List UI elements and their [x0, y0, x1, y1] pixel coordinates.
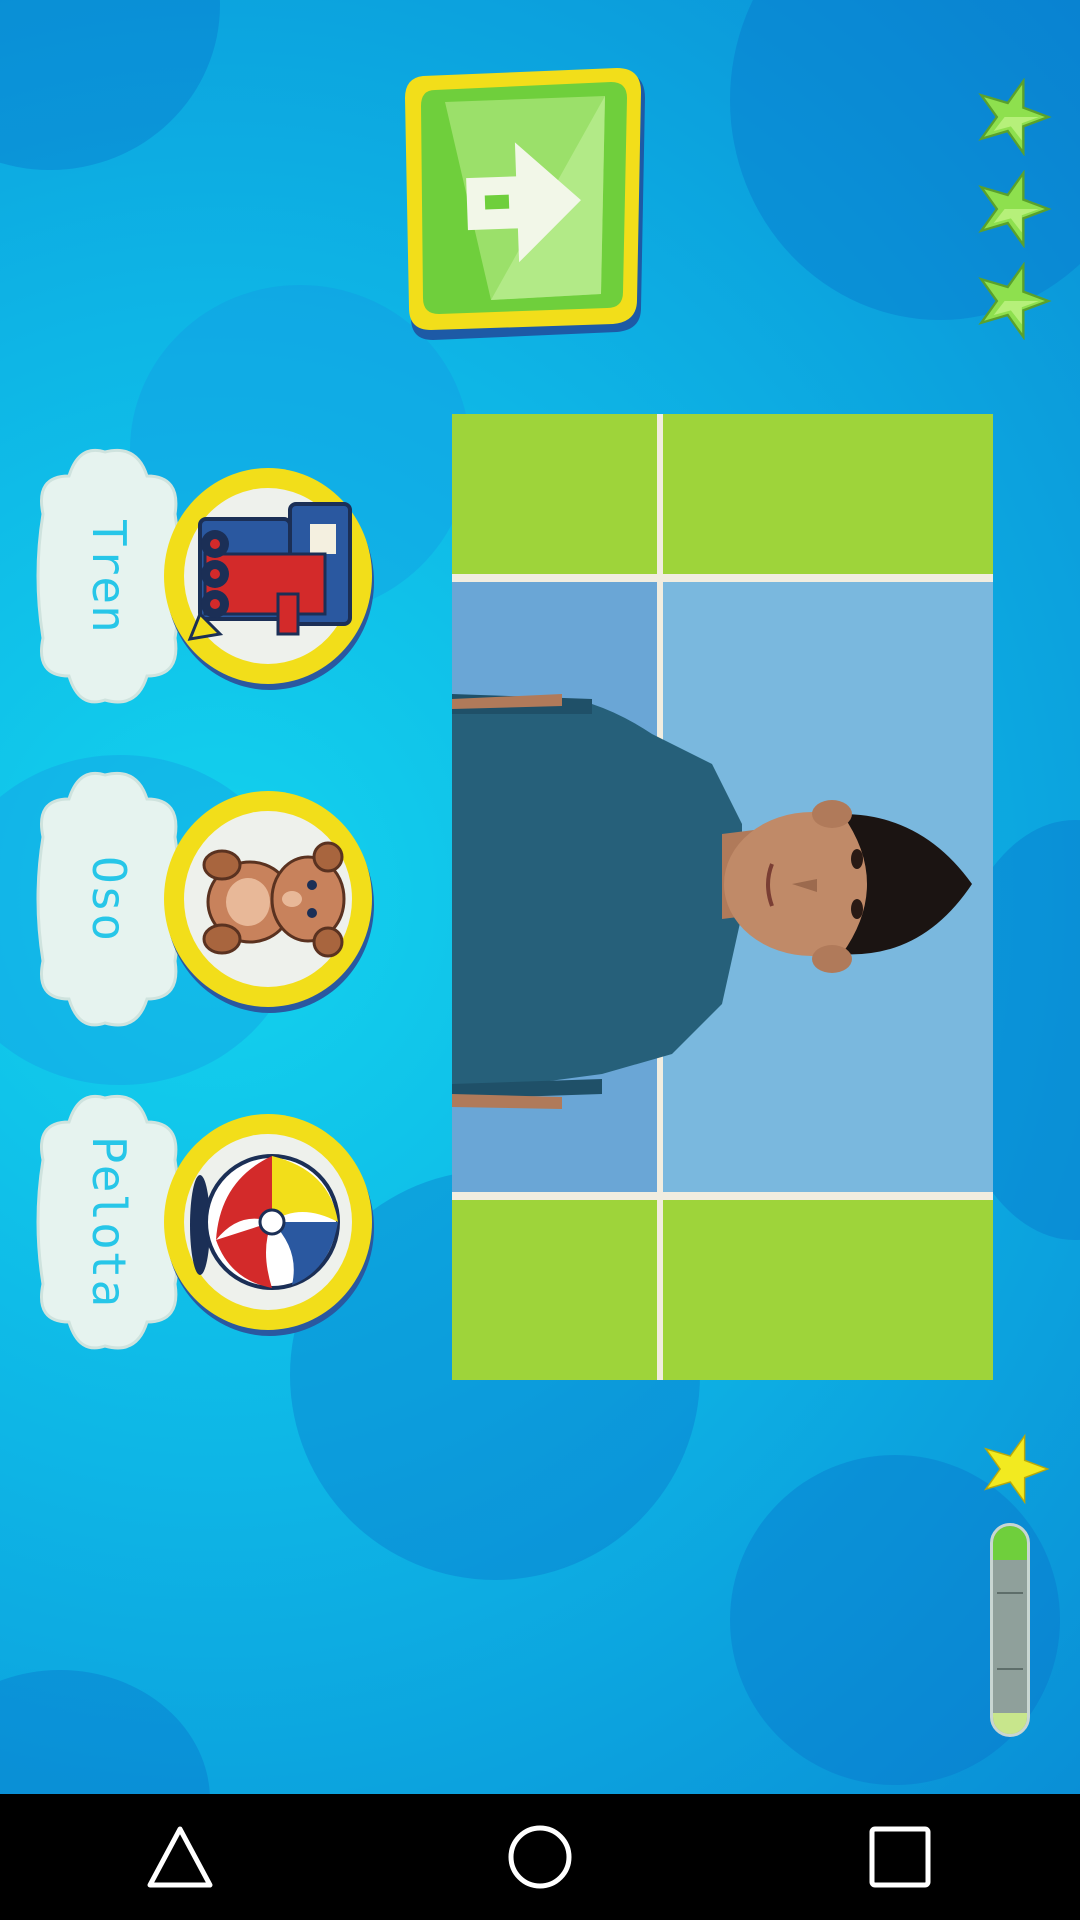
sign-video-player[interactable]	[452, 414, 993, 1380]
progress-meter-tick	[997, 1592, 1023, 1594]
option-label: Oso	[82, 856, 136, 943]
nav-back-button[interactable]	[120, 1797, 240, 1917]
progress-meter	[990, 1523, 1030, 1737]
beach-ball-icon	[160, 1110, 375, 1338]
progress-meter-tick	[997, 1668, 1023, 1670]
nav-home-button[interactable]	[480, 1797, 600, 1917]
score-star-icon	[975, 77, 1053, 157]
background-bubble	[0, 1670, 210, 1794]
train-icon	[160, 464, 375, 692]
next-button[interactable]	[405, 68, 650, 340]
option-label: Pelota	[82, 1136, 136, 1309]
nav-recents-button[interactable]	[840, 1797, 960, 1917]
option-ball[interactable]: Pelota	[35, 1090, 375, 1355]
score-star-icon	[975, 261, 1053, 341]
progress-meter-level	[993, 1526, 1027, 1560]
option-bear[interactable]: Oso	[35, 767, 375, 1032]
system-navigation-bar	[0, 1794, 1080, 1920]
game-screen: Tren Oso Pelota	[0, 0, 1080, 1794]
home-circle-icon	[508, 1825, 572, 1889]
progress-meter-fill	[993, 1713, 1027, 1734]
back-triangle-icon	[147, 1826, 213, 1888]
recents-square-icon	[869, 1826, 931, 1888]
score-star-icon	[975, 169, 1053, 249]
teddy-bear-icon	[160, 787, 375, 1015]
background-bubble	[0, 0, 220, 170]
option-train[interactable]: Tren	[35, 444, 375, 709]
option-label: Tren	[82, 519, 136, 634]
progress-star-icon	[980, 1433, 1052, 1505]
